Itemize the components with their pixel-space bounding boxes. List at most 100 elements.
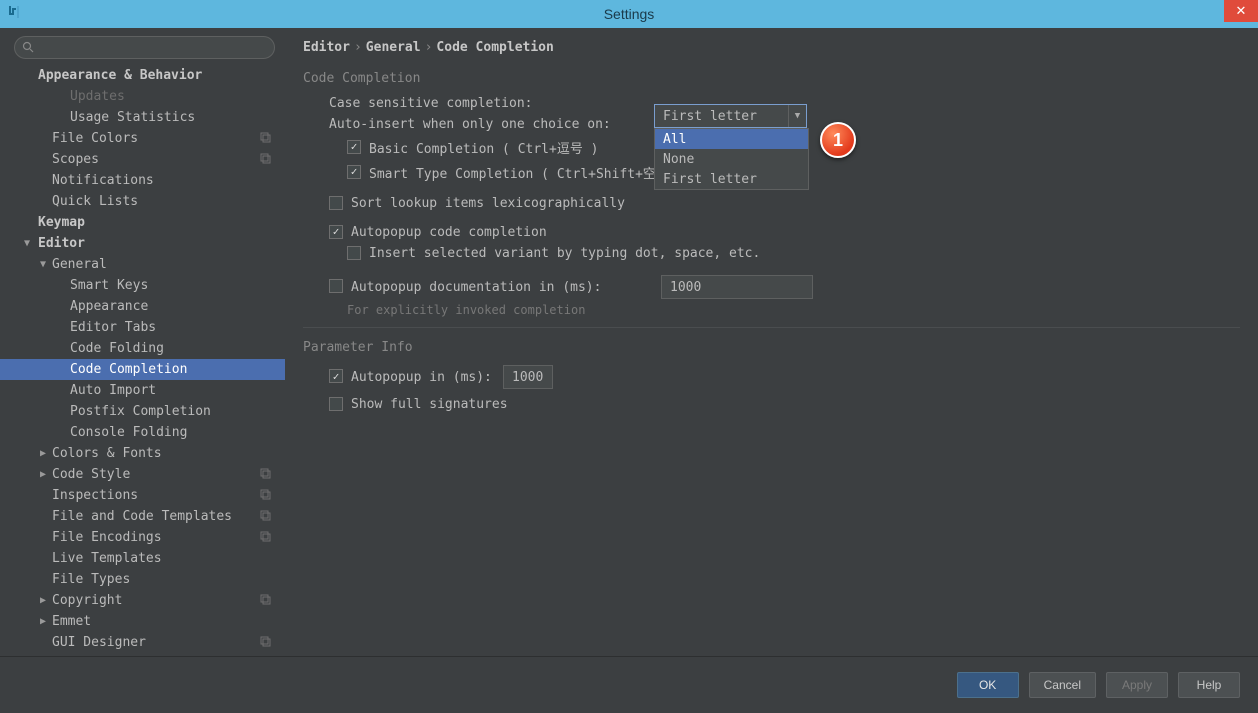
tree-item[interactable]: Smart Keys: [0, 275, 285, 296]
cancel-button[interactable]: Cancel: [1029, 672, 1096, 698]
tree-item[interactable]: GUI Designer: [0, 632, 285, 650]
dropdown-option-all[interactable]: All: [655, 129, 808, 149]
tree-item[interactable]: Keymap: [0, 212, 285, 233]
tree-item-label: Keymap: [0, 215, 85, 230]
breadcrumb-general: General: [366, 40, 421, 55]
chevron-right-icon: ▶: [38, 616, 48, 627]
settings-tree[interactable]: Appearance & Behavior Updates Usage Statis…: [0, 65, 285, 650]
tree-item[interactable]: ▼General: [0, 254, 285, 275]
scope-icon: [260, 510, 271, 524]
breadcrumb-code-completion: Code Completion: [436, 40, 553, 55]
apply-button[interactable]: Apply: [1106, 672, 1168, 698]
search-input[interactable]: [14, 36, 275, 59]
tree-item-label: Live Templates: [0, 551, 162, 566]
ok-button[interactable]: OK: [957, 672, 1019, 698]
param-autopopup-checkbox[interactable]: [329, 369, 343, 383]
tree-item[interactable]: Updates: [0, 86, 285, 107]
full-signatures-label: Show full signatures: [351, 397, 508, 412]
tree-item-label: Updates: [0, 89, 125, 104]
basic-completion-checkbox[interactable]: [347, 140, 361, 154]
tree-item[interactable]: File and Code Templates: [0, 506, 285, 527]
scope-icon: [260, 531, 271, 545]
tree-item-label: File Encodings: [0, 530, 162, 545]
tree-item-label: Smart Keys: [0, 278, 148, 293]
tree-item-label: File Colors: [0, 131, 138, 146]
tree-item-label: Editor Tabs: [0, 320, 156, 335]
param-autopopup-label: Autopopup in (ms):: [351, 370, 503, 385]
tree-item[interactable]: ▶Emmet: [0, 611, 285, 632]
autopopup-doc-label: Autopopup documentation in (ms):: [351, 280, 661, 295]
chevron-right-icon: ▶: [38, 448, 48, 459]
close-button[interactable]: ✕: [1224, 0, 1258, 22]
tree-item[interactable]: ▶Copyright: [0, 590, 285, 611]
tree-item-label: Quick Lists: [0, 194, 138, 209]
auto-insert-label: Auto-insert when only one choice on:: [329, 117, 611, 132]
tree-item[interactable]: File Types: [0, 569, 285, 590]
breadcrumb-editor: Editor: [303, 40, 350, 55]
sort-lex-label: Sort lookup items lexicographically: [351, 196, 625, 211]
param-autopopup-input[interactable]: [503, 365, 553, 389]
window-title: Settings: [604, 6, 655, 22]
tree-item-label: Notifications: [0, 173, 154, 188]
scope-icon: [260, 153, 271, 167]
tree-item[interactable]: ▶Colors & Fonts: [0, 443, 285, 464]
tree-item[interactable]: Live Templates: [0, 548, 285, 569]
tree-item-label: Colors & Fonts: [0, 446, 162, 461]
dropdown-option-none[interactable]: None: [655, 149, 808, 169]
tree-item[interactable]: Quick Lists: [0, 191, 285, 212]
chevron-down-icon: ▼: [788, 105, 806, 127]
tree-item-label: Code Style: [0, 467, 130, 482]
tree-item[interactable]: Code Folding: [0, 338, 285, 359]
tree-item[interactable]: Console Folding: [0, 422, 285, 443]
settings-sidebar: Appearance & Behavior Updates Usage Statis…: [0, 28, 285, 654]
annotation-balloon-1: 1: [820, 122, 856, 158]
tree-item-label: Appearance & Behavior: [0, 68, 202, 83]
tree-item-label: Copyright: [0, 593, 122, 608]
tree-item-label: Inspections: [0, 488, 138, 503]
tree-item-label: Console Folding: [0, 425, 187, 440]
autopopup-doc-help: For explicitly invoked completion: [303, 303, 1240, 317]
case-sensitive-select[interactable]: First letter ▼: [654, 104, 807, 128]
tree-item[interactable]: File Encodings: [0, 527, 285, 548]
autopopup-checkbox[interactable]: [329, 225, 343, 239]
autopopup-doc-checkbox[interactable]: [329, 279, 343, 293]
tree-item[interactable]: ▼Editor: [0, 233, 285, 254]
tree-item[interactable]: Postfix Completion: [0, 401, 285, 422]
chevron-right-icon: ▶: [38, 469, 48, 480]
chevron-right-icon: ▶: [38, 595, 48, 606]
scope-icon: [260, 132, 271, 146]
sort-lex-checkbox[interactable]: [329, 196, 343, 210]
tree-item-label: Appearance: [0, 299, 148, 314]
help-button[interactable]: Help: [1178, 672, 1240, 698]
autopopup-doc-input[interactable]: [661, 275, 813, 299]
autopopup-label: Autopopup code completion: [351, 225, 547, 240]
case-sensitive-dropdown[interactable]: All None First letter: [654, 128, 809, 190]
tree-item[interactable]: Appearance: [0, 296, 285, 317]
tree-item[interactable]: Scopes: [0, 149, 285, 170]
chevron-down-icon: ▼: [22, 238, 32, 249]
tree-item[interactable]: Appearance & Behavior: [0, 65, 285, 86]
smart-completion-label: Smart Type Completion ( Ctrl+Shift+空格 ): [369, 163, 685, 182]
scope-icon: [260, 594, 271, 608]
dropdown-option-first-letter[interactable]: First letter: [655, 169, 808, 189]
tree-item[interactable]: Notifications: [0, 170, 285, 191]
tree-item[interactable]: File Colors: [0, 128, 285, 149]
tree-item[interactable]: Usage Statistics: [0, 107, 285, 128]
scope-icon: [260, 489, 271, 503]
scope-icon: [260, 468, 271, 482]
breadcrumb: Editor›General›Code Completion: [303, 40, 1240, 55]
insert-variant-checkbox[interactable]: [347, 246, 361, 260]
tree-item[interactable]: ▶Code Style: [0, 464, 285, 485]
tree-item-label: File and Code Templates: [0, 509, 232, 524]
tree-item[interactable]: Inspections: [0, 485, 285, 506]
button-bar: OK Cancel Apply Help: [0, 656, 1258, 713]
full-signatures-checkbox[interactable]: [329, 397, 343, 411]
case-sensitive-value: First letter: [663, 109, 757, 124]
tree-item-label: Usage Statistics: [0, 110, 195, 125]
smart-completion-checkbox[interactable]: [347, 165, 361, 179]
divider: [303, 327, 1240, 328]
tree-item[interactable]: Code Completion: [0, 359, 285, 380]
tree-item[interactable]: Editor Tabs: [0, 317, 285, 338]
tree-item-label: Editor: [0, 236, 85, 251]
tree-item[interactable]: Auto Import: [0, 380, 285, 401]
